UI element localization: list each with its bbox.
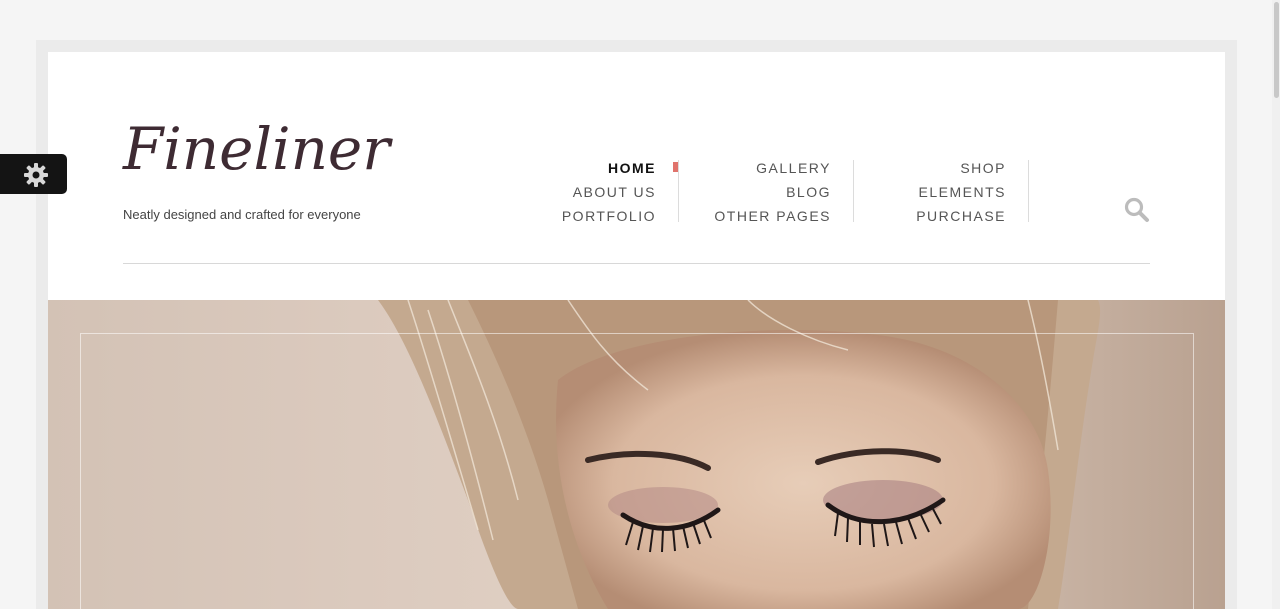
nav-item-gallery[interactable]: GALLERY: [703, 156, 831, 180]
site-logo[interactable]: Fineliner: [123, 120, 390, 178]
nav-item-about-us[interactable]: ABOUT US: [528, 180, 656, 204]
nav-column-3: SHOP ELEMENTS PURCHASE: [878, 156, 1006, 228]
nav-item-shop[interactable]: SHOP: [878, 156, 1006, 180]
page-container: Fineliner Neatly designed and crafted fo…: [48, 52, 1225, 609]
nav-separator: [1028, 160, 1029, 222]
hero-border-frame: [80, 333, 1194, 609]
page-scrollbar[interactable]: [1272, 0, 1280, 609]
nav-item-elements[interactable]: ELEMENTS: [878, 180, 1006, 204]
nav-item-purchase[interactable]: PURCHASE: [878, 204, 1006, 228]
nav-separator: [678, 160, 679, 222]
nav-item-blog[interactable]: BLOG: [703, 180, 831, 204]
nav-separator: [853, 160, 854, 222]
site-tagline: Neatly designed and crafted for everyone: [123, 207, 361, 222]
scrollbar-thumb[interactable]: [1274, 2, 1279, 98]
gear-icon: [24, 163, 48, 187]
nav-item-portfolio[interactable]: PORTFOLIO: [528, 204, 656, 228]
nav-column-2: GALLERY BLOG OTHER PAGES: [703, 156, 831, 228]
nav-item-other-pages[interactable]: OTHER PAGES: [703, 204, 831, 228]
search-icon[interactable]: [1124, 197, 1150, 223]
header-divider: [123, 263, 1150, 264]
hero-image: [48, 300, 1225, 609]
nav-item-home[interactable]: HOME: [528, 156, 656, 180]
settings-panel-toggle[interactable]: [0, 154, 67, 194]
nav-column-1: HOME ABOUT US PORTFOLIO: [528, 156, 656, 228]
